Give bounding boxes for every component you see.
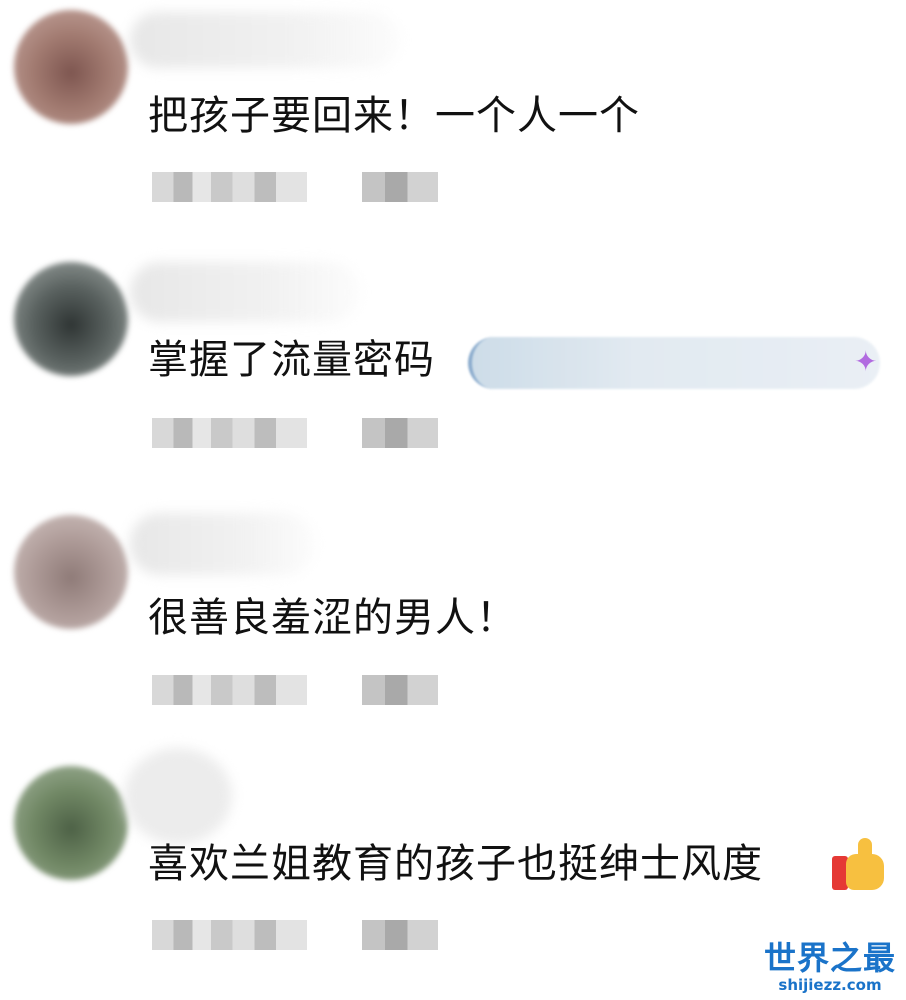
- comment-date-blurred: [152, 920, 307, 950]
- comment-item: 把孩子要回来！一个人一个: [0, 0, 906, 240]
- comment-list: 把孩子要回来！一个人一个 掌握了流量密码 ✦ 很善良羞涩的男人！ 喜欢兰姐教育的…: [0, 0, 906, 1000]
- comment-meta-blurred: [152, 418, 452, 448]
- username-blurred[interactable]: [130, 12, 400, 68]
- comment-date-blurred: [152, 172, 307, 202]
- reply-button-blurred[interactable]: [362, 172, 438, 202]
- watermark-url: shijiezz.com: [778, 976, 882, 994]
- avatar[interactable]: [14, 515, 128, 629]
- username-blurred[interactable]: [124, 748, 232, 844]
- comment-text: 很善良羞涩的男人！: [148, 595, 517, 641]
- reply-button-blurred[interactable]: [362, 675, 438, 705]
- comment-text: 掌握了流量密码: [148, 337, 435, 383]
- avatar[interactable]: [14, 766, 128, 880]
- comment-meta-blurred: [152, 920, 452, 950]
- avatar[interactable]: [14, 10, 128, 124]
- reply-button-blurred[interactable]: [362, 418, 438, 448]
- comment-text: 把孩子要回来！一个人一个: [148, 93, 640, 139]
- comment-item: 掌握了流量密码 ✦: [0, 250, 906, 490]
- comment-date-blurred: [152, 418, 307, 448]
- comment-meta-blurred: [152, 172, 452, 202]
- username-blurred[interactable]: [130, 262, 360, 322]
- comment-item: 很善良羞涩的男人！: [0, 505, 906, 745]
- comment-date-blurred: [152, 675, 307, 705]
- watermark-logo: 世界之最 shijiezz.com: [764, 940, 896, 994]
- blurred-emoji-strip: [468, 337, 880, 389]
- username-blurred[interactable]: [130, 513, 315, 575]
- comment-text: 喜欢兰姐教育的孩子也挺绅士风度: [148, 841, 763, 887]
- avatar[interactable]: [14, 262, 128, 376]
- thumb-hand: [846, 854, 884, 890]
- reply-button-blurred[interactable]: [362, 920, 438, 950]
- thumbs-up-icon: [832, 838, 890, 892]
- comment-meta-blurred: [152, 675, 452, 705]
- sparkle-icon: ✦: [854, 345, 878, 378]
- watermark-title: 世界之最: [763, 939, 896, 977]
